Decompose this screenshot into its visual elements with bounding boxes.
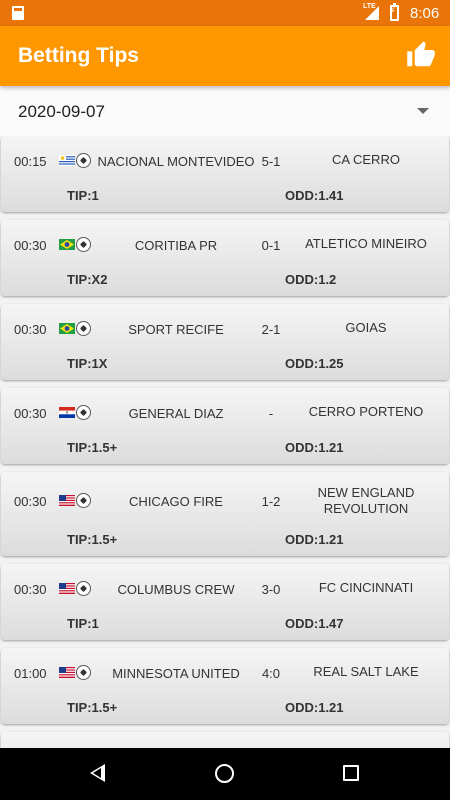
match-odd: ODD:1.25 — [285, 356, 344, 371]
app-title: Betting Tips — [18, 44, 139, 67]
flag-paraguay-icon — [59, 407, 75, 418]
soccer-ball-icon — [76, 665, 91, 680]
soccer-ball-icon — [76, 321, 91, 336]
match-score: 3-0 — [261, 582, 281, 597]
dropdown-arrow-icon[interactable] — [417, 108, 429, 114]
navigation-bar — [0, 748, 450, 800]
country-flags — [59, 493, 93, 509]
match-score: - — [268, 406, 274, 421]
home-team: CORITIBA PR — [134, 238, 218, 253]
match-card[interactable]: 00:30 CORITIBA PR 0-1 ATLETICO MINEIRO T… — [1, 220, 449, 296]
away-team: GOIAS — [345, 320, 387, 335]
country-flags — [59, 581, 93, 597]
network-type: LTE — [363, 3, 376, 10]
away-team: NEW ENGLAND REVOLUTION — [317, 485, 415, 516]
flag-usa-icon — [59, 583, 75, 594]
match-score: 1-2 — [261, 494, 281, 509]
soccer-ball-icon — [76, 581, 91, 596]
soccer-ball-icon — [76, 153, 91, 168]
home-team: NACIONAL MONTEVIDEO — [97, 154, 255, 169]
country-flags — [59, 153, 93, 169]
home-icon[interactable] — [215, 764, 234, 783]
country-flags — [59, 405, 93, 421]
match-tip: TIP:X2 — [67, 272, 108, 287]
match-card[interactable]: 00:30 SPORT RECIFE 2-1 GOIAS TIP:1X ODD:… — [1, 304, 449, 380]
match-card[interactable]: 01:00 MINNESOTA UNITED 4:0 REAL SALT LAK… — [1, 648, 449, 724]
match-card[interactable]: 00:30 CHICAGO FIRE 1-2 NEW ENGLAND REVOL… — [1, 472, 449, 556]
status-time: 8:06 — [410, 5, 440, 22]
flag-usa-icon — [59, 667, 75, 678]
match-time: 01:00 — [14, 666, 47, 681]
match-card[interactable]: 00:15 NACIONAL MONTEVIDEO 5-1 CA CERRO T… — [1, 136, 449, 212]
soccer-ball-icon — [76, 237, 91, 252]
selected-date: 2020-09-07 — [18, 102, 105, 121]
country-flags — [59, 237, 93, 253]
match-tip: TIP:1 — [67, 616, 99, 631]
home-team: COLUMBUS CREW — [117, 582, 235, 597]
status-bar: LTE 8:06 — [0, 0, 450, 26]
battery-icon — [389, 3, 399, 21]
recents-icon[interactable] — [343, 765, 359, 781]
match-time: 00:30 — [14, 494, 47, 509]
match-odd: ODD:1.41 — [285, 188, 344, 203]
flag-usa-icon — [59, 495, 75, 506]
away-team: ATLETICO MINEIRO — [305, 236, 427, 251]
match-tip: TIP:1X — [67, 356, 108, 371]
soccer-ball-icon — [76, 405, 91, 420]
match-odd: ODD:1.21 — [285, 532, 344, 547]
match-time: 00:30 — [14, 238, 47, 253]
match-score: 2-1 — [261, 322, 281, 337]
match-tip: TIP:1.5+ — [67, 440, 118, 455]
match-odd: ODD:1.2 — [285, 272, 337, 287]
country-flags — [59, 665, 93, 681]
home-team: CHICAGO FIRE — [129, 494, 223, 509]
match-odd: ODD:1.47 — [285, 616, 344, 631]
match-time: 00:30 — [14, 582, 47, 597]
away-team: FC CINCINNATI — [318, 580, 414, 595]
match-score: 4:0 — [261, 666, 281, 681]
match-card[interactable]: 00:30 COLUMBUS CREW 3-0 FC CINCINNATI TI… — [1, 564, 449, 640]
away-team: REAL SALT LAKE — [313, 664, 419, 679]
app-bar: Betting Tips — [0, 26, 450, 86]
soccer-ball-icon — [76, 493, 91, 508]
flag-uruguay-icon — [59, 155, 75, 166]
match-tip: TIP:1.5+ — [67, 700, 118, 715]
sd-card-icon — [12, 6, 24, 20]
home-team: MINNESOTA UNITED — [112, 666, 240, 681]
match-time: 00:30 — [14, 322, 47, 337]
match-odd: ODD:1.21 — [285, 700, 344, 715]
home-team: SPORT RECIFE — [128, 322, 224, 337]
flag-brazil-icon — [59, 323, 75, 334]
match-odd: ODD:1.21 — [285, 440, 344, 455]
match-score: 5-1 — [261, 154, 281, 169]
back-icon[interactable] — [90, 764, 105, 782]
match-tip: TIP:1.5+ — [67, 532, 118, 547]
date-selector[interactable]: 2020-09-07 — [0, 86, 450, 136]
match-card[interactable]: 00:30 GENERAL DIAZ - CERRO PORTENO TIP:1… — [1, 388, 449, 464]
country-flags — [59, 321, 93, 337]
match-score: 0-1 — [261, 238, 281, 253]
match-time: 00:30 — [14, 406, 47, 421]
match-card-partial[interactable] — [1, 732, 449, 748]
home-team: GENERAL DIAZ — [128, 406, 224, 421]
thumbs-up-icon[interactable] — [406, 40, 436, 70]
away-team: CA CERRO — [332, 152, 400, 167]
flag-brazil-icon — [59, 239, 75, 250]
match-time: 00:15 — [14, 154, 47, 169]
match-list[interactable]: 00:15 NACIONAL MONTEVIDEO 5-1 CA CERRO T… — [0, 136, 450, 748]
away-team: CERRO PORTENO — [308, 404, 424, 419]
match-tip: TIP:1 — [67, 188, 99, 203]
